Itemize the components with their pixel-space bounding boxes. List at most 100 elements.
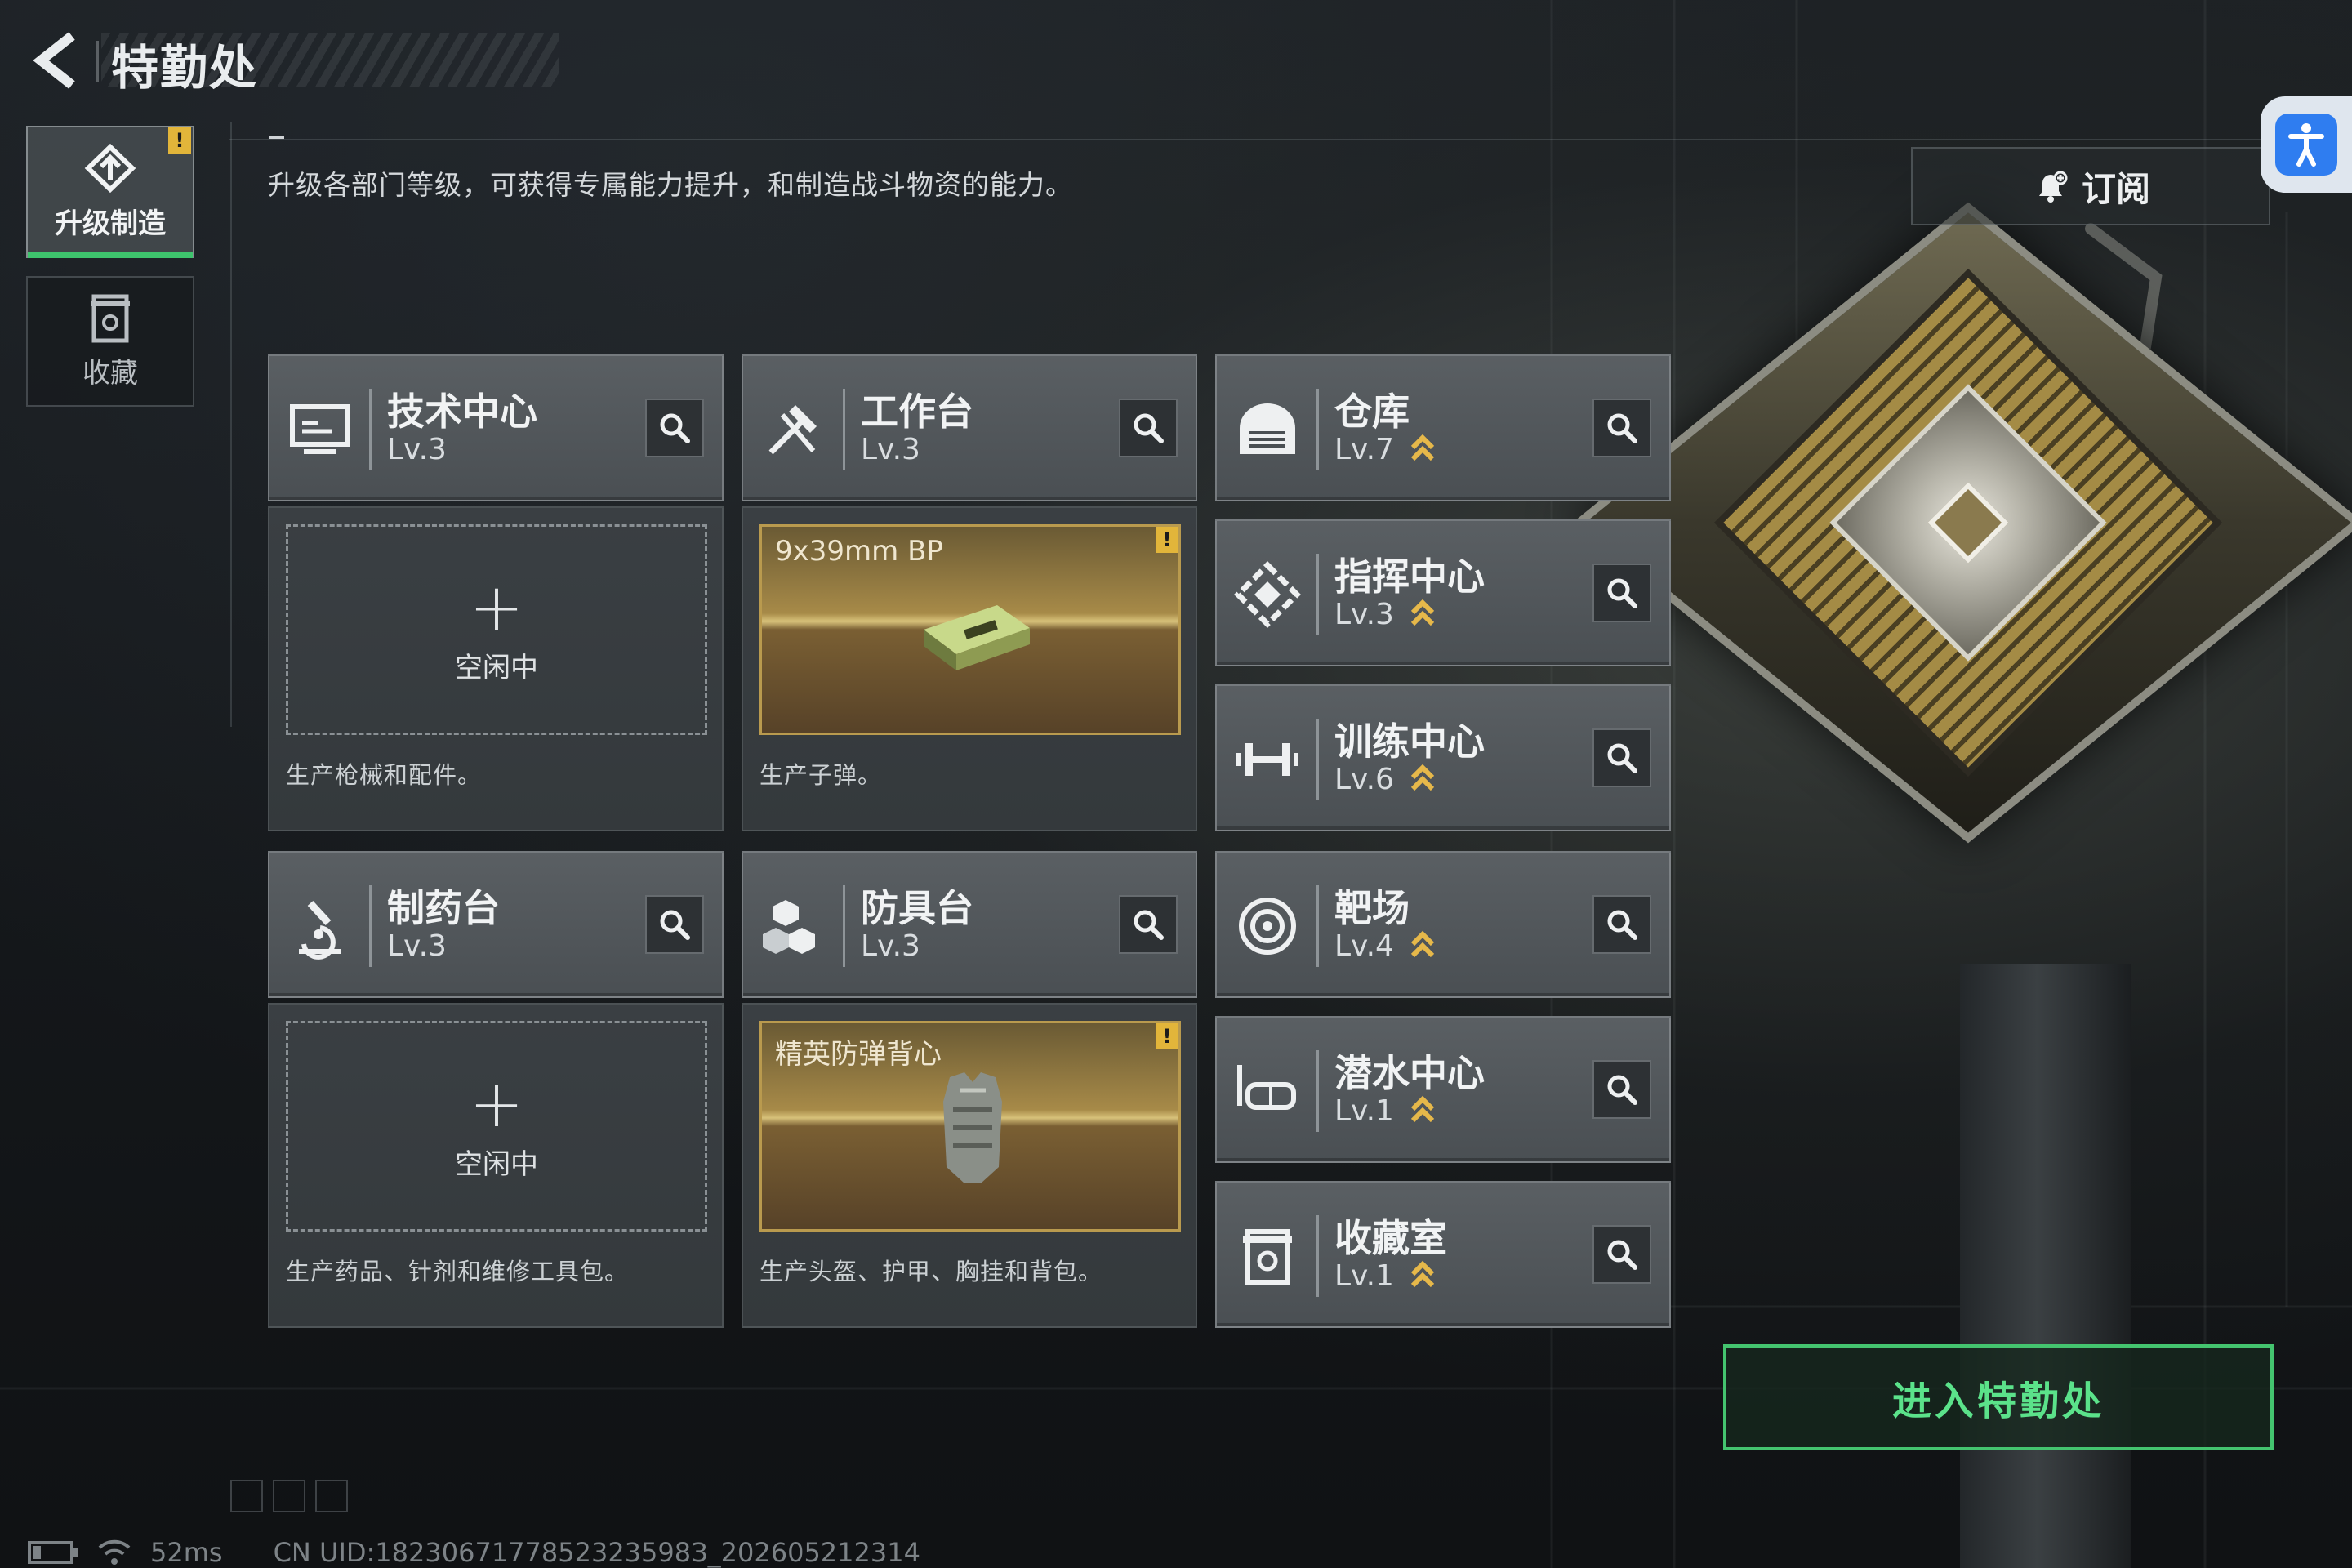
- producing-item-slot[interactable]: 精英防弹背心 !: [760, 1021, 1181, 1232]
- production-description: 生产药品、针剂和维修工具包。: [286, 1258, 630, 1285]
- facility-level: Lv.7: [1334, 433, 1394, 466]
- tab-label: 升级制造: [55, 207, 166, 240]
- facility-name: 技术中心: [387, 390, 537, 434]
- upgrade-available-icon: [1410, 930, 1435, 958]
- facility-search-button[interactable]: [1592, 728, 1651, 787]
- collection-room-icon: [1243, 1229, 1292, 1285]
- enter-special-ops-button[interactable]: 进入特勤处: [1723, 1344, 2274, 1450]
- production-description: 生产枪械和配件。: [286, 761, 483, 789]
- armor-vest-icon: [943, 1072, 1002, 1183]
- facility-name: 制药台: [387, 886, 500, 930]
- cube-pillar: [1960, 964, 2132, 1568]
- subscribe-button[interactable]: 订阅: [1911, 147, 2270, 225]
- facility-level: Lv.3: [387, 433, 447, 466]
- facility-separator: [1316, 389, 1319, 470]
- wifi-icon: [98, 1539, 131, 1565]
- facility-card-collection-room[interactable]: 收藏室 Lv.1: [1215, 1181, 1671, 1328]
- facility-level: Lv.1: [1334, 1094, 1394, 1128]
- facility-search-button[interactable]: [1119, 895, 1178, 954]
- back-arrow-icon[interactable]: [29, 31, 82, 90]
- facility-level: Lv.4: [1334, 929, 1394, 963]
- facility-name: 收藏室: [1334, 1216, 1447, 1260]
- facility-card-workbench[interactable]: 工作台 Lv.3: [742, 354, 1197, 501]
- armor-blocks-icon: [763, 900, 815, 954]
- facility-card-command-center[interactable]: 指挥中心 Lv.3: [1215, 519, 1671, 666]
- special-ops-cube-illustration: [1572, 196, 2352, 1013]
- facility-name: 防具台: [861, 886, 973, 930]
- idle-status: 空闲中: [455, 1147, 538, 1181]
- production-slot-pharmacy[interactable]: + 空闲中 生产药品、针剂和维修工具包。: [268, 1003, 724, 1328]
- item-name: 精英防弹背心: [775, 1038, 942, 1071]
- accessibility-button[interactable]: [2261, 96, 2352, 193]
- facility-separator: [1316, 554, 1319, 635]
- facility-search-button[interactable]: [1592, 1060, 1651, 1119]
- production-slot-armor-bench[interactable]: 精英防弹背心 ! 生产头盔、护甲、胸挂和背包。: [742, 1003, 1197, 1328]
- upgrade-available-icon: [1410, 1095, 1435, 1123]
- magnifier-icon: [660, 413, 690, 443]
- facility-search-button[interactable]: [1119, 399, 1178, 457]
- facility-card-training-center[interactable]: 训练中心 Lv.6: [1215, 684, 1671, 831]
- tab-label: 收藏: [82, 356, 138, 390]
- facility-card-armor-bench[interactable]: 防具台 Lv.3: [742, 851, 1197, 998]
- magnifier-icon: [1607, 910, 1637, 940]
- upgrade-icon: [84, 143, 136, 193]
- title-divider: [96, 41, 99, 82]
- magnifier-icon: [1607, 413, 1637, 443]
- tab-upgrade-craft[interactable]: 升级制造 !: [26, 126, 194, 258]
- warning-badge: !: [168, 127, 191, 154]
- command-icon: [1234, 561, 1301, 628]
- facility-card-tech-center[interactable]: 技术中心 Lv.3: [268, 354, 724, 501]
- idle-slot[interactable]: + 空闲中: [286, 1021, 707, 1232]
- facility-level: Lv.3: [861, 433, 920, 466]
- facility-search-button[interactable]: [645, 399, 704, 457]
- warning-badge: !: [1156, 527, 1178, 553]
- collection-icon: [91, 294, 130, 342]
- magnifier-icon: [1134, 910, 1164, 940]
- production-slot-workbench[interactable]: 9x39mm BP ! 生产子弹。: [742, 506, 1197, 831]
- facility-level: Lv.3: [387, 929, 447, 963]
- facility-search-button[interactable]: [1592, 1225, 1651, 1284]
- user-uid: CN UID:1823067177852323598З_202605212314: [273, 1537, 920, 1568]
- plus-icon: +: [469, 568, 524, 645]
- facility-card-diving-center[interactable]: 潜水中心 Lv.1: [1215, 1016, 1671, 1163]
- facility-separator: [843, 389, 845, 470]
- header-divider: [229, 139, 2303, 140]
- production-description: 生产头盔、护甲、胸挂和背包。: [760, 1258, 1103, 1285]
- facility-search-button[interactable]: [1592, 895, 1651, 954]
- magnifier-icon: [1607, 578, 1637, 608]
- page-title: 特勤处: [111, 40, 259, 96]
- facility-level: Lv.3: [861, 929, 920, 963]
- facility-search-button[interactable]: [645, 895, 704, 954]
- microscope-icon: [299, 900, 341, 960]
- upgrade-available-icon: [1410, 1260, 1435, 1288]
- facility-level: Lv.3: [1334, 598, 1394, 631]
- plus-icon: +: [469, 1065, 524, 1142]
- producing-item-slot[interactable]: 9x39mm BP !: [760, 524, 1181, 735]
- production-slot-tech-center[interactable]: + 空闲中 生产枪械和配件。: [268, 506, 724, 831]
- facility-name: 靶场: [1334, 886, 1410, 930]
- upgrade-available-icon: [1410, 434, 1435, 461]
- facility-search-button[interactable]: [1592, 399, 1651, 457]
- facility-name: 仓库: [1334, 390, 1410, 434]
- idle-status: 空闲中: [455, 651, 538, 684]
- facility-card-shooting-range[interactable]: 靶场 Lv.4: [1215, 851, 1671, 998]
- active-tab-indicator: [28, 252, 193, 258]
- facility-card-warehouse[interactable]: 仓库 Lv.7: [1215, 354, 1671, 501]
- facility-level: Lv.6: [1334, 763, 1394, 796]
- dumbbell-icon: [1236, 743, 1298, 776]
- facility-separator: [1316, 1050, 1319, 1132]
- page-description: 升级各部门等级，可获得专属能力提升，和制造战斗物资的能力。: [268, 169, 1073, 201]
- idle-slot[interactable]: + 空闲中: [286, 524, 707, 735]
- ammo-box-icon: [924, 605, 1030, 670]
- monitor-icon: [290, 404, 350, 454]
- accessibility-icon: [2288, 123, 2324, 167]
- tab-collection[interactable]: 收藏: [26, 276, 194, 407]
- facility-separator: [1316, 1215, 1319, 1297]
- facility-card-pharmacy[interactable]: 制药台 Lv.3: [268, 851, 724, 998]
- facility-search-button[interactable]: [1592, 564, 1651, 622]
- subscribe-label: 订阅: [2081, 168, 2150, 209]
- upgrade-available-icon: [1410, 764, 1435, 791]
- facility-separator: [843, 885, 845, 967]
- ping-value: 52ms: [150, 1537, 223, 1568]
- facility-name: 训练中心: [1334, 719, 1485, 764]
